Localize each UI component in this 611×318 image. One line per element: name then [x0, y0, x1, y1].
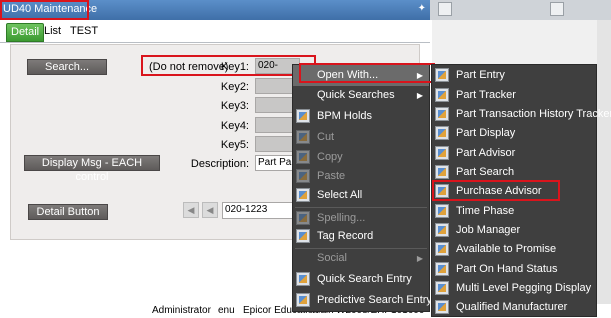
record-navigator-field[interactable]: 020-1223 — [222, 202, 297, 219]
program-icon — [435, 88, 449, 102]
key5-label: Key5: — [220, 139, 249, 151]
toolbar-button[interactable] — [438, 2, 452, 16]
menu-item-predictive-search-entry[interactable]: Predictive Search Entry — [293, 290, 432, 311]
program-icon — [435, 262, 449, 276]
tab-detail[interactable]: Detail — [6, 23, 45, 42]
program-icon — [435, 300, 449, 314]
previous-record-icon[interactable]: ◀ — [202, 202, 218, 218]
submenu-item-time-phase[interactable]: Time Phase — [432, 201, 596, 222]
program-icon — [435, 223, 449, 237]
menu-item-cut: Cut — [293, 127, 429, 148]
bpm-holds-icon — [296, 109, 310, 123]
menu-item-social: Social ▶ — [293, 248, 429, 269]
key2-label: Key2: — [220, 81, 249, 93]
context-menu: Open With... ▶ Quick Searches ▶ BPM Holds … — [292, 64, 432, 312]
menu-item-tag-record[interactable]: Tag Record — [293, 226, 429, 247]
submenu-item-qualified-manufacturer[interactable]: Qualified Manufacturer — [432, 297, 596, 318]
spelling-icon — [296, 211, 310, 225]
menu-item-quick-search-entry[interactable]: Quick Search Entry — [293, 269, 429, 290]
tag-icon — [296, 229, 310, 243]
open-with-highlight-box — [299, 63, 435, 83]
vertical-scrollbar[interactable] — [597, 20, 611, 304]
program-icon — [435, 107, 449, 121]
menu-item-copy: Copy — [293, 147, 429, 168]
program-icon — [435, 146, 449, 160]
menu-item-quick-searches[interactable]: Quick Searches ▶ — [293, 85, 429, 106]
tab-list[interactable]: List — [40, 23, 65, 40]
display-msg-button[interactable]: Display Msg - EACH control — [24, 155, 160, 183]
status-language: enu — [218, 305, 235, 316]
toolbar-button[interactable] — [550, 2, 564, 16]
program-icon — [435, 126, 449, 140]
cut-icon — [296, 130, 310, 144]
paste-icon — [296, 169, 310, 183]
purchase-advisor-highlight-box — [432, 180, 560, 201]
search-people-icon — [435, 165, 449, 179]
detail-button[interactable]: Detail Button — [28, 204, 108, 220]
search-button[interactable]: Search... — [27, 59, 107, 75]
program-icon — [435, 242, 449, 256]
submenu-item-part-entry[interactable]: Part Entry — [432, 65, 596, 86]
submenu-item-part-advisor[interactable]: Part Advisor — [432, 143, 596, 164]
submenu-item-part-display[interactable]: Part Display — [432, 123, 596, 144]
key4-label: Key4: — [220, 120, 249, 132]
key3-label: Key3: — [220, 100, 249, 112]
menu-item-paste: Paste — [293, 166, 429, 187]
select-all-icon — [296, 188, 310, 202]
submenu-item-available-to-promise[interactable]: Available to Promise — [432, 239, 596, 260]
submenu-arrow-icon: ▶ — [416, 254, 423, 263]
copy-icon — [296, 150, 310, 164]
menu-item-bpm-holds[interactable]: BPM Holds — [293, 106, 429, 127]
title-highlight-box — [0, 0, 89, 20]
menu-item-select-all[interactable]: Select All — [293, 185, 429, 206]
program-icon — [435, 281, 449, 295]
submenu-item-job-manager[interactable]: Job Manager — [432, 220, 596, 241]
pin-icon[interactable]: ✦ — [418, 3, 426, 14]
submenu-item-multi-level-pegging-display[interactable]: Multi Level Pegging Display — [432, 278, 596, 299]
key1-highlight-box — [141, 55, 316, 76]
submenu-item-part-on-hand-status[interactable]: Part On Hand Status — [432, 259, 596, 280]
tab-test[interactable]: TEST — [66, 23, 102, 40]
submenu-item-part-transaction-history-tracker[interactable]: Part Transaction History Tracker — [432, 104, 611, 125]
submenu-arrow-icon: ▶ — [416, 91, 423, 100]
description-label: Description: — [190, 158, 249, 170]
status-user: Administrator — [152, 305, 211, 316]
top-toolbar-strip — [430, 0, 611, 20]
first-record-icon[interactable]: ◀ — [183, 202, 199, 218]
tab-bar: Detail List TEST — [0, 20, 430, 43]
predictive-search-icon — [296, 293, 310, 307]
program-icon — [435, 68, 449, 82]
submenu-item-part-tracker[interactable]: Part Tracker — [432, 85, 596, 106]
program-icon — [435, 204, 449, 218]
quick-search-icon — [296, 272, 310, 286]
